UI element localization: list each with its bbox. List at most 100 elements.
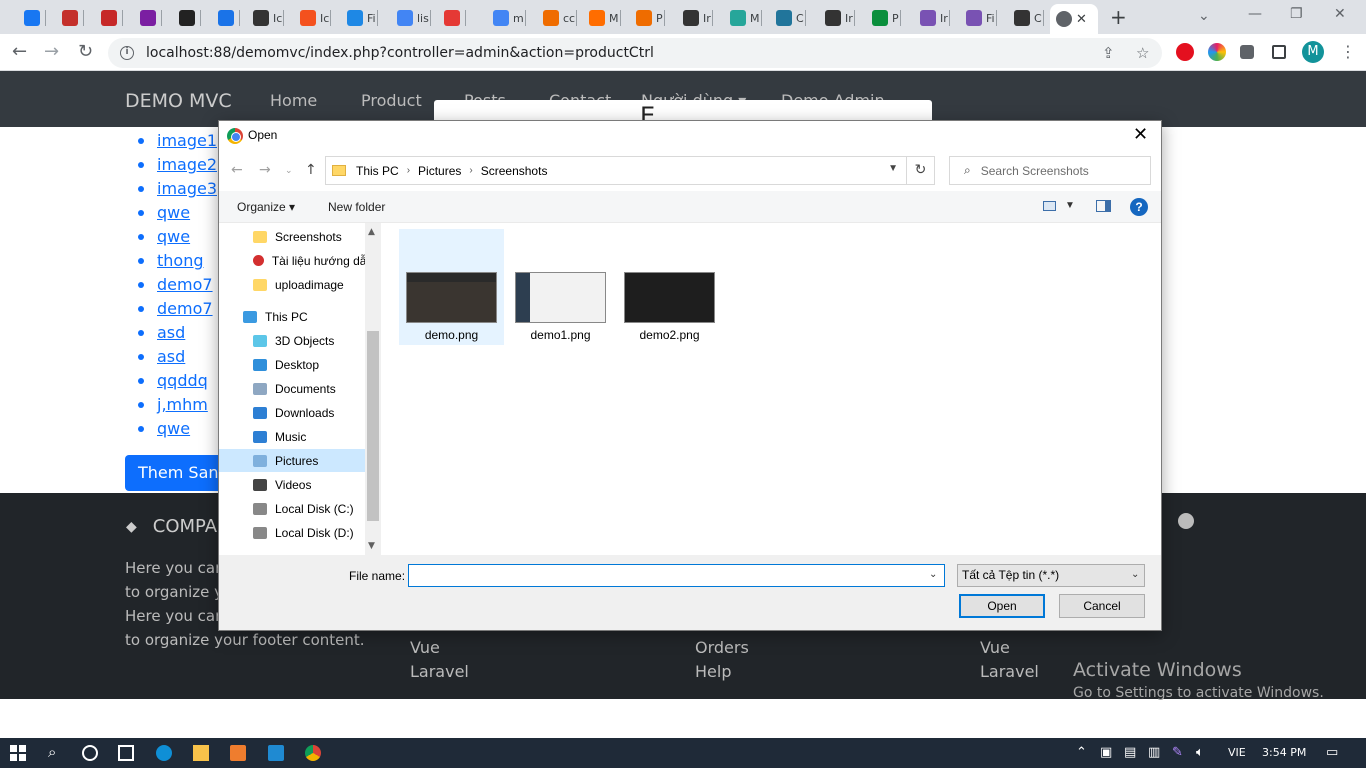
browser-tab[interactable]: cc xyxy=(539,6,577,30)
up-folder-icon[interactable]: ↑ xyxy=(305,162,317,178)
scroll-down-icon[interactable]: ▼ xyxy=(368,541,375,551)
browser-tab[interactable]: Fi xyxy=(343,6,378,30)
new-folder-button[interactable]: New folder xyxy=(328,200,385,214)
site-nav-link[interactable]: Product xyxy=(361,91,422,110)
breadcrumb-separator-icon[interactable]: › xyxy=(469,165,472,176)
browser-tab[interactable]: C xyxy=(772,6,806,30)
pen-icon[interactable]: ✎ xyxy=(1172,745,1183,760)
file-explorer-icon[interactable] xyxy=(193,745,209,761)
tray-app-icon[interactable]: ▣ xyxy=(1100,745,1112,760)
file-type-select[interactable]: Tất cả Tệp tin (*.*) xyxy=(957,564,1145,587)
new-tab-button[interactable]: + xyxy=(1110,7,1127,27)
product-link[interactable]: demo7 xyxy=(138,299,217,323)
browser-tab[interactable] xyxy=(97,6,123,30)
forward-button[interactable]: → xyxy=(44,41,59,63)
footer-link[interactable]: Vue xyxy=(980,638,1010,657)
file-item[interactable]: demo.png xyxy=(399,229,504,345)
browser-tab[interactable]: C xyxy=(1010,6,1044,30)
refresh-button[interactable]: ↻ xyxy=(907,156,935,185)
browser-tab[interactable]: Ir xyxy=(679,6,713,30)
close-window-icon[interactable]: ✕ xyxy=(1334,6,1346,22)
url-text[interactable]: localhost:88/demomvc/index.php?controlle… xyxy=(146,45,654,61)
notifications-icon[interactable]: ▭ xyxy=(1326,745,1338,760)
chrome-taskbar-icon[interactable] xyxy=(305,745,321,761)
side-panel-icon[interactable] xyxy=(1272,45,1286,59)
profile-avatar[interactable]: M xyxy=(1302,41,1324,63)
product-link[interactable]: image1 xyxy=(138,131,217,155)
nav-pane-item[interactable]: Pictures xyxy=(219,449,365,472)
nav-pane-item[interactable]: Screenshots xyxy=(219,225,365,248)
browser-tab[interactable] xyxy=(175,6,201,30)
product-link[interactable]: demo7 xyxy=(138,275,217,299)
browser-tab[interactable]: P xyxy=(868,6,901,30)
browser-tab[interactable]: Fi xyxy=(962,6,997,30)
organize-button[interactable]: Organize ▾ xyxy=(237,200,295,214)
minimize-icon[interactable]: — xyxy=(1248,6,1262,22)
file-item[interactable]: demo2.png xyxy=(617,229,722,345)
footer-link[interactable]: Help xyxy=(695,662,731,681)
nav-pane-item[interactable]: Downloads xyxy=(219,401,365,424)
xampp-icon[interactable] xyxy=(230,745,246,761)
nav-pane-item[interactable]: Tài liệu hướng dẫ xyxy=(219,249,365,272)
product-link[interactable]: qwe xyxy=(138,419,217,443)
product-link[interactable]: asd xyxy=(138,347,217,371)
nav-pane-item[interactable]: Local Disk (D:) xyxy=(219,521,365,544)
browser-tab[interactable] xyxy=(136,6,162,30)
dialog-forward-icon[interactable]: → xyxy=(259,162,271,178)
product-link[interactable]: qqddq xyxy=(138,371,217,395)
navigation-scrollbar[interactable]: ▲ ▼ xyxy=(365,223,381,555)
footer-link[interactable]: Laravel xyxy=(410,662,469,681)
browser-tab[interactable]: P xyxy=(632,6,665,30)
nav-pane-item[interactable]: This PC xyxy=(219,305,365,328)
breadcrumb-screenshots[interactable]: Screenshots xyxy=(481,164,548,178)
address-dropdown-icon[interactable]: ▼ xyxy=(888,163,898,174)
search-taskbar-icon[interactable]: ⌕ xyxy=(48,743,56,761)
windows-start-icon[interactable] xyxy=(10,745,26,761)
preview-pane-icon[interactable] xyxy=(1096,200,1111,212)
file-item[interactable]: demo1.png xyxy=(508,229,613,345)
open-button[interactable]: Open xyxy=(959,594,1045,618)
breadcrumb-separator-icon[interactable]: › xyxy=(407,165,410,176)
nav-pane-item[interactable]: Local Disk (C:) xyxy=(219,497,365,520)
product-link[interactable]: asd xyxy=(138,323,217,347)
browser-tab[interactable]: Ir xyxy=(821,6,855,30)
color-extension-icon[interactable] xyxy=(1208,43,1226,61)
tab-active[interactable]: ✕ xyxy=(1050,4,1098,34)
breadcrumb-this-pc[interactable]: This PC xyxy=(356,164,399,178)
reload-button[interactable]: ↻ xyxy=(78,41,93,63)
product-link[interactable]: thong xyxy=(138,251,217,275)
edge-icon[interactable] xyxy=(156,745,172,761)
nav-pane-item[interactable]: uploadimage xyxy=(219,273,365,296)
product-link[interactable]: qwe xyxy=(138,227,217,251)
file-type-dropdown-icon[interactable]: ⌄ xyxy=(1131,569,1139,580)
site-brand[interactable]: DEMO MVC xyxy=(125,90,232,112)
github-icon[interactable] xyxy=(1178,513,1194,529)
bookmark-star-icon[interactable]: ☆ xyxy=(1136,44,1149,62)
file-name-dropdown-icon[interactable]: ⌄ xyxy=(929,569,937,580)
nav-pane-item[interactable]: 3D Objects xyxy=(219,329,365,352)
tab-search-icon[interactable]: ⌄ xyxy=(1198,8,1210,24)
browser-tab[interactable]: M xyxy=(585,6,621,30)
language-indicator[interactable]: VIE xyxy=(1228,746,1246,759)
volume-icon[interactable]: 🔈︎ xyxy=(1196,745,1204,760)
browser-tab[interactable] xyxy=(20,6,46,30)
clock[interactable]: 3:54 PM xyxy=(1262,746,1306,759)
browser-tab[interactable]: lis xyxy=(393,6,431,30)
browser-tab[interactable]: Ir xyxy=(916,6,950,30)
change-view-icon[interactable] xyxy=(1043,201,1056,211)
file-name-input[interactable] xyxy=(408,564,945,587)
task-view-icon[interactable] xyxy=(118,745,134,761)
dialog-back-icon[interactable]: ← xyxy=(231,162,243,178)
browser-tab[interactable] xyxy=(58,6,84,30)
help-icon[interactable]: ? xyxy=(1130,198,1148,216)
back-button[interactable]: ← xyxy=(12,41,27,63)
nav-pane-item[interactable]: Desktop xyxy=(219,353,365,376)
scrollbar-thumb[interactable] xyxy=(367,331,379,521)
browser-tab[interactable]: Ic xyxy=(249,6,285,30)
footer-link[interactable]: Orders xyxy=(695,638,749,657)
extensions-puzzle-icon[interactable] xyxy=(1240,45,1254,59)
browser-tab[interactable] xyxy=(214,6,240,30)
tray-expand-icon[interactable]: ⌃ xyxy=(1076,745,1087,760)
dialog-address-bar[interactable]: This PC › Pictures › Screenshots ▼ xyxy=(325,156,907,185)
browser-tab[interactable] xyxy=(440,6,466,30)
